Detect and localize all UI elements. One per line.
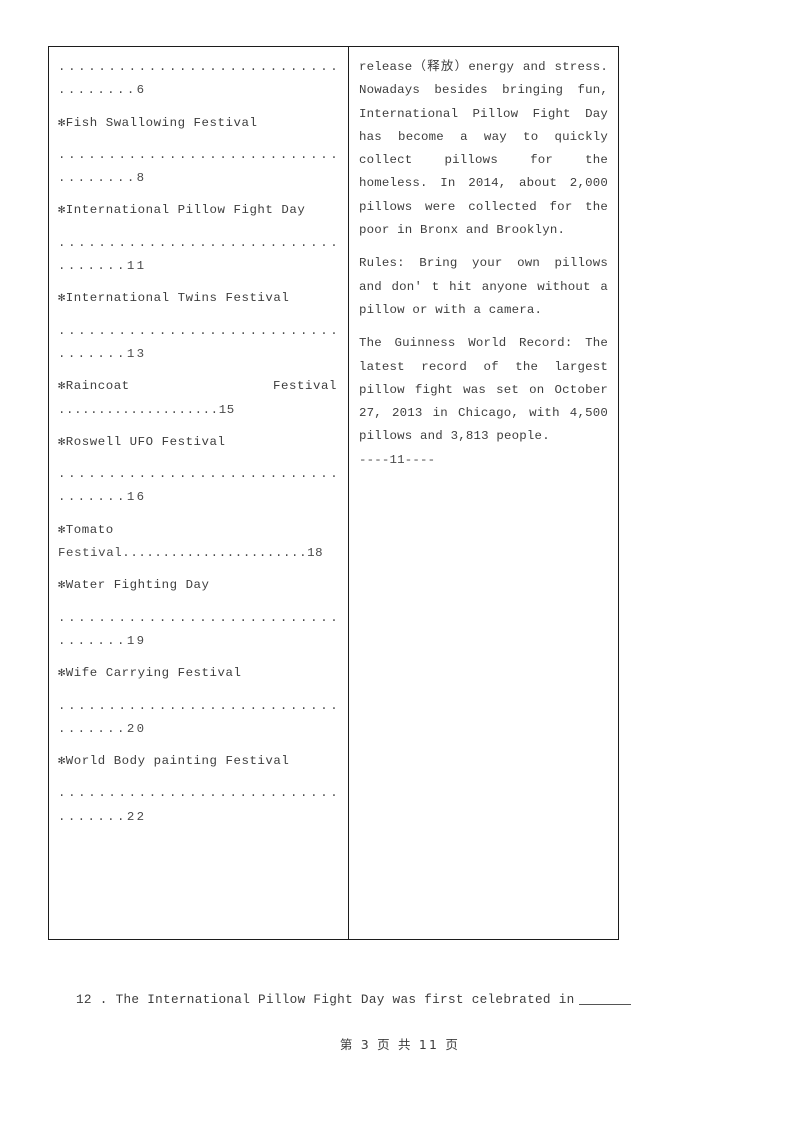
leader-tail: ........8: [58, 171, 147, 186]
list-item: ✻Raincoat Festival: [58, 375, 339, 398]
list-item: ✻Roswell UFO Festival: [58, 431, 339, 454]
leader-tail: .......22: [58, 809, 147, 824]
star-icon: ✻: [58, 666, 66, 681]
leader-dots: ........................................…: [58, 235, 339, 250]
leader-tail: .......20: [58, 721, 147, 736]
leader-dots: ........................................…: [58, 467, 339, 482]
question-number: 12 .: [76, 992, 108, 1007]
leader-tail: .......13: [58, 346, 147, 361]
leader-dots: ........................................…: [58, 60, 339, 74]
leader-tail: .......16: [58, 490, 147, 505]
answer-blank[interactable]: [578, 1004, 631, 1005]
leader-dots: ........................................…: [58, 323, 339, 338]
leader-tail: Festival.......................18: [58, 546, 324, 561]
leader-dots: ........................................…: [58, 147, 339, 162]
list-item-label: Wife Carrying Festival: [65, 666, 242, 681]
list-item-label: International Twins Festival: [65, 291, 290, 306]
question-line: 12 . The International Pillow Fight Day …: [76, 992, 631, 1007]
leader-dots: ........................................…: [58, 698, 339, 713]
star-icon: ✻: [58, 203, 66, 218]
list-item: ✻Tomato: [58, 519, 339, 542]
star-icon: ✻: [58, 522, 66, 537]
star-icon: ✻: [58, 379, 66, 394]
star-icon: ✻: [58, 115, 66, 130]
leader-tail: ........6: [58, 83, 147, 98]
leader-dots: ........................................…: [58, 786, 339, 801]
page-marker: ----11----: [358, 452, 436, 467]
star-icon: ✻: [58, 578, 66, 593]
leader-tail: ....................15: [58, 402, 235, 417]
paragraph: release（释放）energy and stress. Nowadays b…: [358, 60, 608, 238]
list-item-label: Roswell UFO Festival: [65, 434, 226, 449]
star-icon: ✻: [58, 434, 66, 449]
list-item-label: Water Fighting Day: [65, 578, 210, 593]
list-item: ✻Fish Swallowing Festival: [58, 112, 339, 135]
list-item: ✻Water Fighting Day: [58, 574, 339, 597]
list-item-label-right: Festival: [273, 379, 337, 394]
leader-tail: .......19: [58, 633, 147, 648]
list-item: ✻World Body painting Festival: [58, 750, 339, 773]
list-item-label-text: Raincoat: [65, 379, 130, 394]
star-icon: ✻: [58, 291, 66, 306]
table-cell-left: ........................................…: [49, 47, 349, 939]
leader-dots: ........................................…: [58, 610, 339, 625]
leader-tail: .......11: [58, 259, 147, 274]
table-cell-right: release（释放）energy and stress. Nowadays b…: [349, 47, 618, 939]
content-table: ........................................…: [48, 46, 619, 940]
list-item-label: Fish Swallowing Festival: [65, 115, 258, 130]
question-text: The International Pillow Fight Day was f…: [115, 992, 575, 1007]
paragraph: Rules: Bring your own pillows and don' t…: [358, 256, 608, 317]
paragraph: The Guinness World Record: The latest re…: [358, 336, 608, 444]
document-page: ........................................…: [0, 0, 800, 1132]
list-item-label: World Body painting Festival: [65, 754, 290, 769]
list-item: ✻International Pillow Fight Day: [58, 199, 339, 222]
star-icon: ✻: [58, 754, 66, 769]
page-footer: 第 3 页 共 11 页: [339, 1037, 461, 1052]
list-item: ✻International Twins Festival: [58, 287, 339, 310]
list-item-label: International Pillow Fight Day: [65, 203, 306, 218]
list-item-label: Tomato: [65, 522, 114, 537]
list-item-label: ✻Raincoat: [58, 375, 130, 398]
list-item: ✻Wife Carrying Festival: [58, 662, 339, 685]
